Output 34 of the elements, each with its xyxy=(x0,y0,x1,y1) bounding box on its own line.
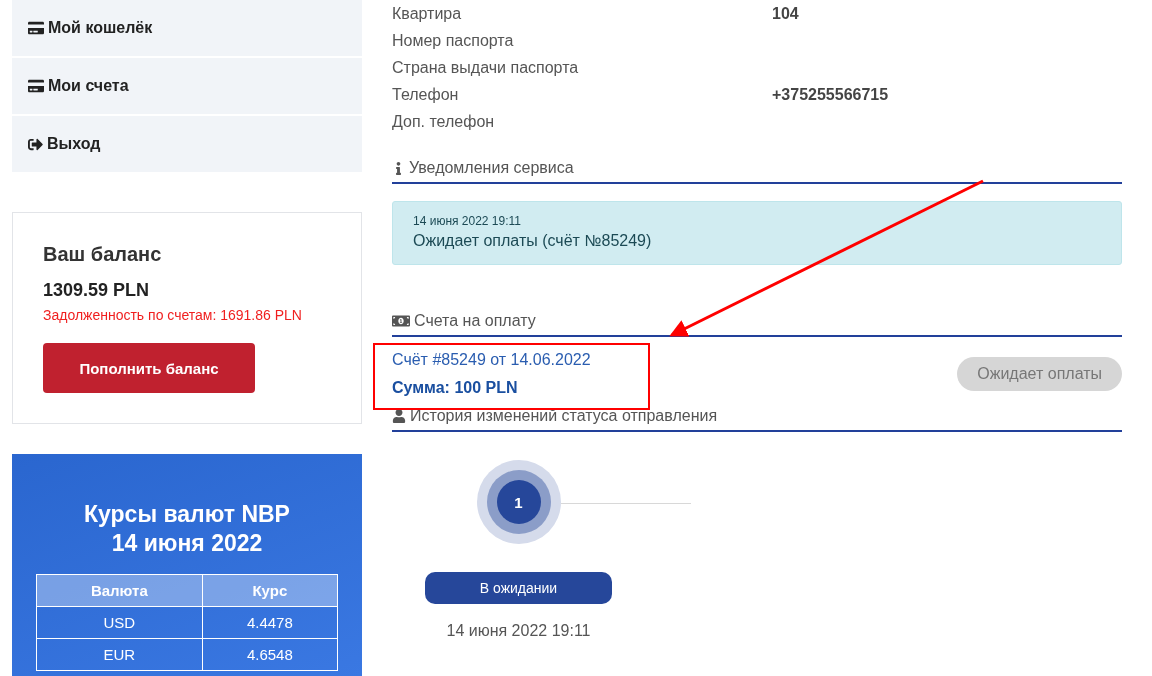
person-icon xyxy=(392,409,406,423)
table-cell: 4.4478 xyxy=(202,606,338,639)
notification-date: 14 июня 2022 19:11 xyxy=(413,214,522,228)
field-label: Телефон xyxy=(392,85,460,104)
section-heading: Счета на оплату xyxy=(414,312,536,330)
section-heading: Уведомления сервиса xyxy=(409,159,574,177)
section-heading: История изменений статуса отправления xyxy=(410,407,718,425)
field-label: Номер паспорта xyxy=(392,31,515,50)
sidebar-item[interactable]: Выход xyxy=(12,116,362,172)
status-badge: В ожидании xyxy=(425,572,612,604)
balance-amount: 1309.59 PLN xyxy=(43,280,151,301)
table-cell: EUR xyxy=(36,638,203,671)
step-date: 14 июня 2022 19:11 xyxy=(446,622,591,640)
sidebar-item[interactable]: Мой кошелёк xyxy=(12,0,362,56)
card-icon xyxy=(28,20,44,36)
card-icon xyxy=(28,78,44,94)
field-value: +375255566715 xyxy=(772,85,889,104)
rates-title: Курсы валют NBP 14 июня 2022 xyxy=(84,500,290,558)
column-header: Курс xyxy=(202,574,338,607)
field-label: Страна выдачи паспорта xyxy=(392,58,580,77)
field-label: Доп. телефон xyxy=(392,112,496,131)
sidebar-item[interactable]: Мои счета xyxy=(12,58,362,114)
debt-text: Задолженность по счетам: 1691.86 PLN xyxy=(43,307,303,323)
invoice-sum: Сумма: 100 PLN xyxy=(392,379,519,397)
table-cell: 4.6548 xyxy=(202,638,338,671)
balance-title: Ваш баланс xyxy=(43,243,163,266)
exit-icon xyxy=(28,136,43,152)
field-label: Квартира xyxy=(392,4,463,23)
column-header: Валюта xyxy=(36,574,203,607)
field-value: 104 xyxy=(772,4,799,23)
step-circle: 1 xyxy=(476,460,561,544)
notification-text: Ожидает оплаты (счёт №85249) xyxy=(413,232,653,250)
top-up-button[interactable]: Пополнить баланс xyxy=(43,343,255,393)
table-cell: USD xyxy=(36,606,203,639)
